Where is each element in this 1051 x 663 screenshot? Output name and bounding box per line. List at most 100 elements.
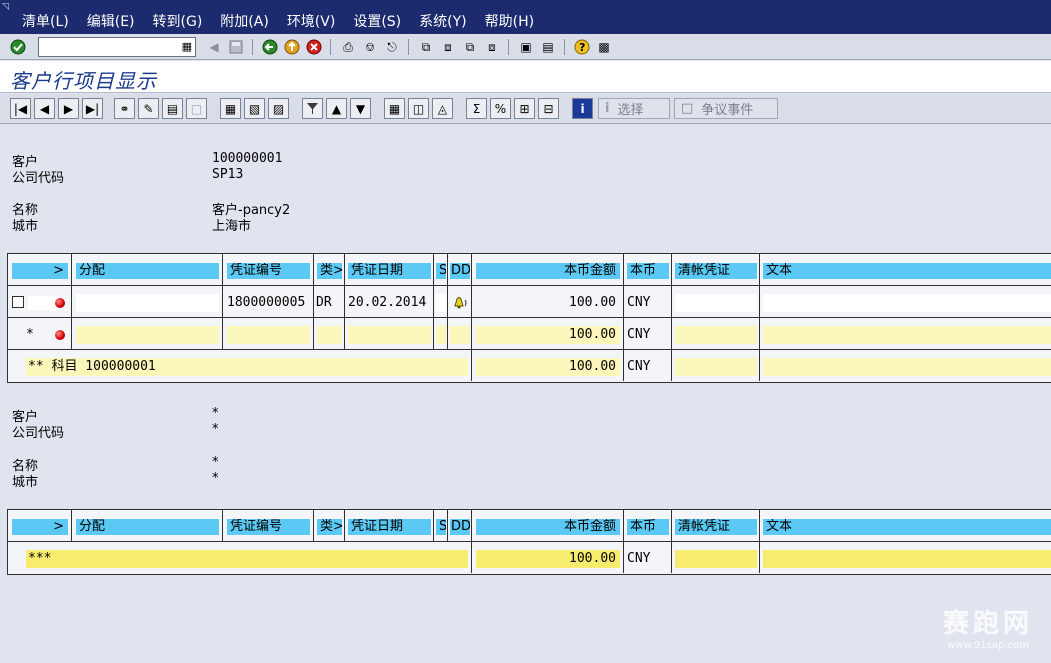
dispute-case-button[interactable]: □ 争议事件 (674, 98, 778, 119)
company-code-label: 公司代码 (12, 171, 65, 186)
help-icon[interactable]: ? (572, 37, 592, 57)
row-type: DR (316, 295, 332, 310)
last-page-icon[interactable]: ⧈ (482, 37, 502, 57)
table-subtotal-row: * 100.00 CNY (8, 318, 1051, 350)
sort-ascending-icon[interactable]: ▲ (326, 98, 347, 119)
watermark: 赛跑网 www.91sap.com (943, 603, 1033, 651)
column-document-date[interactable]: 凭证日期 (348, 263, 431, 279)
previous-item-icon[interactable]: ◀ (34, 98, 55, 119)
table-header-row: > 分配 凭证编号 类> 凭证日期 S DD 本币金额 本币 清帐凭证 文本 (8, 510, 1051, 542)
column-select-arrow[interactable]: > (12, 519, 68, 535)
last-item-icon[interactable]: ▶| (82, 98, 103, 119)
column-amount[interactable]: 本币金额 (476, 263, 620, 279)
columns-icon[interactable]: ◫ (408, 98, 429, 119)
sort-descending-icon[interactable]: ▼ (350, 98, 371, 119)
row-document-number[interactable]: 1800000005 (227, 294, 312, 312)
column-currency[interactable]: 本币 (627, 519, 669, 535)
column-status[interactable]: S (436, 263, 446, 279)
table-account-total-row: ** 科目 100000001 100.00 CNY (8, 350, 1051, 382)
grand-total-table: > 分配 凭证编号 类> 凭证日期 S DD 本币金额 本币 清帐凭证 文本 *… (7, 509, 1051, 575)
column-select-arrow[interactable]: > (12, 263, 68, 279)
menu-edit[interactable]: 编辑(E) (87, 11, 135, 31)
menu-system[interactable]: 系统(Y) (419, 11, 466, 31)
print-icon[interactable]: ⎙ (338, 37, 358, 57)
document-icon: □ (681, 101, 694, 116)
change-pencil-icon[interactable]: ✎ (138, 98, 159, 119)
menu-help[interactable]: 帮助(H) (485, 11, 534, 31)
cancel-icon[interactable] (304, 37, 324, 57)
layout-menu-icon[interactable]: ▩ (594, 37, 614, 57)
menu-goto[interactable]: 转到(G) (153, 11, 203, 31)
window-menu-icon[interactable]: ◹ (2, 2, 9, 12)
row-currency: CNY (627, 295, 651, 310)
application-toolbar: |◀ ◀ ▶ ▶| ⚭ ✎ ▤ □ ▦ ▧ ▨ ▲ ▼ ▦ ◫ ◬ Σ % ⊞ … (0, 94, 1051, 124)
subtotal-icon[interactable]: % (490, 98, 511, 119)
column-clearing-document[interactable]: 清帐凭证 (675, 263, 757, 279)
find-icon[interactable]: ⎊ (360, 37, 380, 57)
column-document-number[interactable]: 凭证编号 (227, 519, 310, 535)
find-next-icon[interactable]: ⎋ (382, 37, 402, 57)
back-icon[interactable] (260, 37, 280, 57)
column-text[interactable]: 文本 (763, 263, 1051, 279)
menu-extras[interactable]: 附加(A) (220, 11, 269, 31)
freeze-columns-icon[interactable]: ◬ (432, 98, 453, 119)
account-total-amount: 100.00 (476, 358, 620, 376)
company-code-value: SP13 (212, 167, 244, 182)
select-layout-icon[interactable]: ▦ (220, 98, 241, 119)
info-icon[interactable]: i (572, 98, 593, 119)
column-amount[interactable]: 本币金额 (476, 519, 620, 535)
next-item-icon[interactable]: ▶ (58, 98, 79, 119)
column-due-date[interactable]: DD (450, 519, 470, 535)
column-due-date[interactable]: DD (450, 263, 470, 279)
menu-environment[interactable]: 环境(V) (287, 11, 336, 31)
column-clearing-document[interactable]: 清帐凭证 (675, 519, 757, 535)
city-label: 城市 (12, 219, 39, 234)
enter-check-icon[interactable] (8, 37, 28, 57)
exit-icon[interactable] (282, 37, 302, 57)
column-currency[interactable]: 本币 (627, 263, 669, 279)
collapse-left-icon[interactable]: ◀ (204, 37, 224, 57)
due-date-bell-icon (451, 294, 469, 313)
company-code-label-2: 公司代码 (12, 426, 65, 441)
row-select-checkbox[interactable] (12, 296, 24, 308)
collapse-icon[interactable]: ⊟ (538, 98, 559, 119)
save-icon[interactable] (226, 37, 246, 57)
table-grand-total-row: *** 100.00 CNY (8, 542, 1051, 574)
red-status-icon (55, 330, 65, 340)
column-text[interactable]: 文本 (763, 519, 1051, 535)
line-items-table: > 分配 凭证编号 类> 凭证日期 S DD 本币金额 本币 清帐凭证 文本 1… (7, 253, 1051, 383)
select-button[interactable]: i 选择 (598, 98, 670, 119)
command-input[interactable] (39, 38, 169, 56)
column-assignment[interactable]: 分配 (76, 519, 219, 535)
table-row[interactable]: 1800000005 DR 20.02.2014 100.00 CNY (8, 286, 1051, 318)
command-history-icon[interactable]: ▦ (182, 40, 192, 53)
sum-icon[interactable]: Σ (466, 98, 487, 119)
previous-page-icon[interactable]: ⧈ (438, 37, 458, 57)
column-document-date[interactable]: 凭证日期 (348, 519, 431, 535)
new-session-icon[interactable]: ▣ (516, 37, 536, 57)
disabled-item-icon: □ (186, 98, 207, 119)
filter-icon[interactable] (302, 98, 323, 119)
display-glasses-icon[interactable]: ⚭ (114, 98, 135, 119)
customer-value-2: * (212, 406, 219, 421)
first-page-icon[interactable]: ⧉ (416, 37, 436, 57)
table-header-row: > 分配 凭证编号 类> 凭证日期 S DD 本币金额 本币 清帐凭证 文本 (8, 254, 1051, 286)
expand-icon[interactable]: ⊞ (514, 98, 535, 119)
spreadsheet-icon[interactable]: ▦ (384, 98, 405, 119)
line-item-list-icon[interactable]: ▤ (162, 98, 183, 119)
column-document-number[interactable]: 凭证编号 (227, 263, 310, 279)
column-type[interactable]: 类> (317, 519, 342, 535)
next-page-icon[interactable]: ⧉ (460, 37, 480, 57)
change-layout-icon[interactable]: ▧ (244, 98, 265, 119)
column-status[interactable]: S (436, 519, 446, 535)
grand-total-currency: CNY (627, 551, 651, 566)
command-field[interactable]: ▦ (38, 37, 196, 57)
menu-settings[interactable]: 设置(S) (353, 11, 401, 31)
column-assignment[interactable]: 分配 (76, 263, 219, 279)
save-layout-icon[interactable]: ▨ (268, 98, 289, 119)
first-item-icon[interactable]: |◀ (10, 98, 31, 119)
column-type[interactable]: 类> (317, 263, 342, 279)
shortcut-icon[interactable]: ▤ (538, 37, 558, 57)
menu-list[interactable]: 清单(L) (22, 11, 69, 31)
standard-toolbar: ▦ ◀ ⎙ ⎊ ⎋ ⧉ ⧈ ⧉ ⧈ ▣ ▤ ? ▩ (0, 34, 1051, 60)
